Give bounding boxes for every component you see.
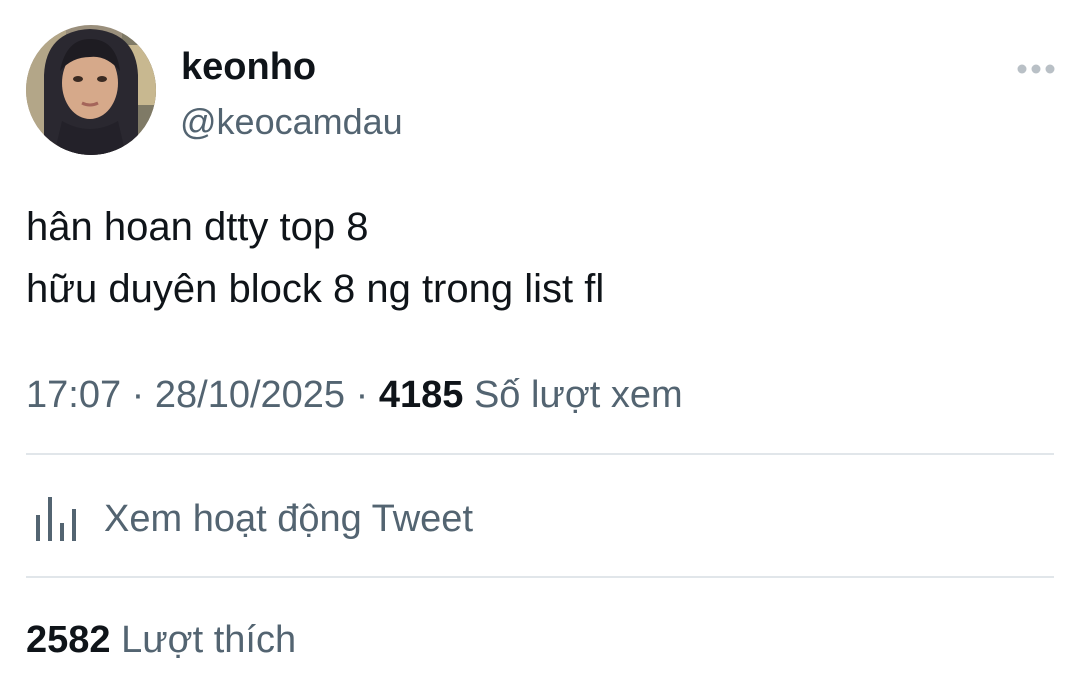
avatar-photo [26, 25, 156, 155]
meta-separator: · [355, 374, 369, 416]
display-name[interactable]: keonho [181, 44, 316, 90]
tweet-meta: 17:07 · 28/10/2025 · 4185 Số lượt xem [26, 372, 683, 418]
avatar[interactable] [26, 25, 156, 155]
tweet-text-line: hữu duyên block 8 ng trong list fl [26, 267, 605, 311]
more-horizontal-icon [1017, 64, 1055, 74]
tweet-text: hân hoan dtty top 8 hữu duyên block 8 ng… [26, 196, 1026, 320]
likes-stat[interactable]: 2582 Lượt thích [26, 617, 296, 663]
divider [26, 576, 1054, 578]
likes-label: Lượt thích [121, 619, 297, 661]
user-handle[interactable]: @keocamdau [180, 100, 403, 144]
tweet-time[interactable]: 17:07 [26, 374, 121, 416]
tweet-text-line: hân hoan dtty top 8 [26, 205, 369, 249]
views-label: Số lượt xem [473, 374, 683, 416]
view-tweet-activity-button[interactable]: Xem hoạt động Tweet [26, 494, 473, 544]
tweet-date[interactable]: 28/10/2025 [155, 374, 345, 416]
analytics-bars-icon [36, 497, 76, 541]
divider [26, 453, 1054, 455]
more-options-button[interactable] [1014, 60, 1058, 78]
views-count: 4185 [378, 374, 464, 416]
meta-separator: · [131, 374, 145, 416]
view-tweet-activity-label: Xem hoạt động Tweet [104, 498, 473, 540]
likes-count: 2582 [26, 619, 111, 661]
